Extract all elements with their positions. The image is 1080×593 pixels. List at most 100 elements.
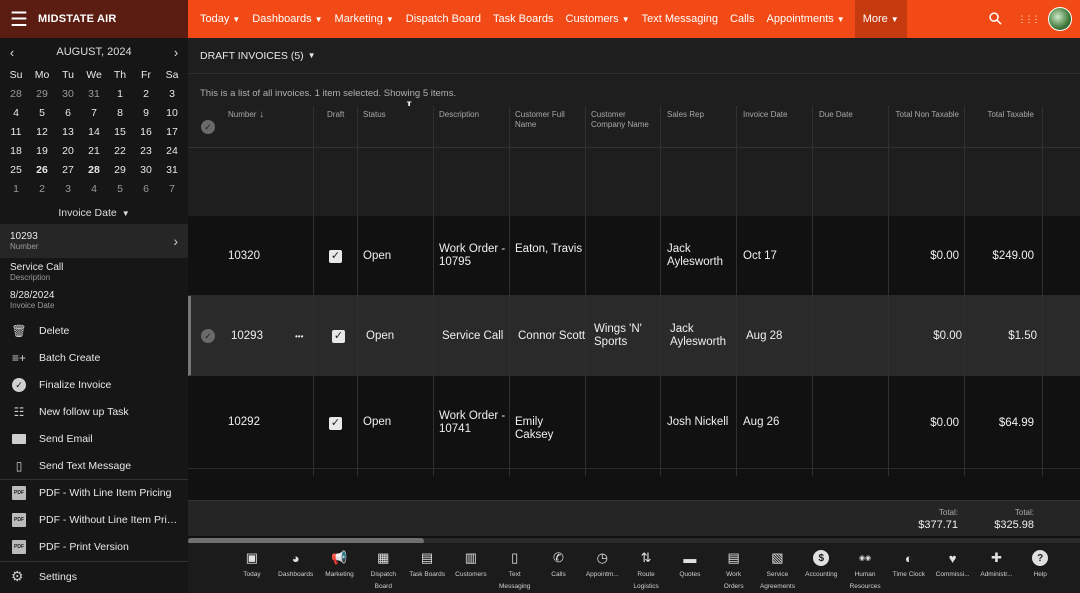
calendar-day[interactable]: 28: [3, 85, 29, 104]
calendar-day[interactable]: 27: [55, 161, 81, 180]
calendar-day[interactable]: 22: [107, 142, 133, 161]
column-header[interactable]: Total Non Taxable: [888, 110, 959, 120]
action-send-text-message[interactable]: ▯ Send Text Message: [0, 452, 188, 479]
calendar-day[interactable]: 9: [133, 104, 159, 123]
bottom-nav-item[interactable]: ✆ Calls: [537, 543, 581, 593]
row-select-checkbox[interactable]: ✓: [201, 329, 215, 343]
nav-more[interactable]: More ▼: [854, 0, 907, 38]
nav-task-boards[interactable]: Task Boards: [487, 0, 560, 38]
calendar-day[interactable]: 12: [29, 123, 55, 142]
column-header[interactable]: Customer Full Name: [515, 110, 585, 130]
calendar-day[interactable]: 6: [55, 104, 81, 123]
calendar-day[interactable]: 1: [107, 85, 133, 104]
column-header[interactable]: Status: [363, 110, 423, 120]
select-all-checkbox[interactable]: ✓: [201, 120, 215, 134]
bottom-nav-item[interactable]: ◐ Time Clock: [887, 543, 931, 593]
bottom-nav-item[interactable]: ◷ Appointm...: [580, 543, 624, 593]
draft-checkbox[interactable]: ✓: [332, 330, 345, 343]
bottom-nav-item[interactable]: ▤ Task Boards: [405, 543, 449, 593]
calendar-day[interactable]: 7: [81, 104, 107, 123]
calendar-day[interactable]: 29: [107, 161, 133, 180]
action-finalize-invoice[interactable]: ✓ Finalize Invoice: [0, 371, 188, 398]
calendar-day[interactable]: 24: [159, 142, 185, 161]
bottom-nav-item[interactable]: ✚ Administr...: [975, 543, 1019, 593]
nav-dispatch-board[interactable]: Dispatch Board: [400, 0, 487, 38]
detail-number-row[interactable]: 10293 Number ›: [0, 224, 188, 258]
calendar-day[interactable]: 30: [133, 161, 159, 180]
calendar-day[interactable]: 19: [29, 142, 55, 161]
column-header[interactable]: Total Taxable: [964, 110, 1034, 120]
table-row[interactable]: 10320 Open Work Order - 10795 Eaton, Travis…: [188, 216, 1080, 296]
user-avatar[interactable]: [1048, 7, 1072, 31]
action-send-email[interactable]: Send Email: [0, 425, 188, 452]
nav-marketing[interactable]: Marketing ▼: [329, 0, 400, 38]
calendar-day[interactable]: 2: [133, 85, 159, 104]
calendar-day[interactable]: 5: [29, 104, 55, 123]
action-delete[interactable]: 🗑 Delete: [0, 317, 188, 344]
sort-field-dropdown[interactable]: Invoice Date ▼: [0, 202, 188, 224]
nav-appointments[interactable]: Appointments ▼: [761, 0, 851, 38]
calendar-day[interactable]: 30: [55, 85, 81, 104]
calendar-day[interactable]: 4: [3, 104, 29, 123]
nav-today[interactable]: Today ▼: [194, 0, 246, 38]
calendar-day[interactable]: 4: [81, 180, 107, 199]
action-pdf-with-line-item-pricing[interactable]: PDF PDF - With Line Item Pricing: [0, 479, 188, 506]
calendar-day[interactable]: 3: [55, 180, 81, 199]
calendar-day[interactable]: 14: [81, 123, 107, 142]
column-header[interactable]: Draft: [327, 110, 367, 120]
bottom-nav-item[interactable]: ▥ Customers: [449, 543, 493, 593]
calendar-day[interactable]: 26: [29, 161, 55, 180]
bottom-nav-item[interactable]: ▧ Service Agreements: [756, 543, 800, 593]
bottom-nav-item[interactable]: ▣ Today: [230, 543, 274, 593]
calendar-day[interactable]: 5: [107, 180, 133, 199]
calendar-day[interactable]: 15: [107, 123, 133, 142]
calendar-day[interactable]: 1: [3, 180, 29, 199]
calendar-day[interactable]: 6: [133, 180, 159, 199]
action-new-follow-up-task[interactable]: ☷ New follow up Task: [0, 398, 188, 425]
calendar-day[interactable]: 17: [159, 123, 185, 142]
settings-item[interactable]: ⚙ Settings: [0, 561, 188, 591]
bottom-nav-item[interactable]: ◉◉ Human Resources: [843, 543, 887, 593]
calendar-day[interactable]: 28: [81, 161, 107, 180]
table-row[interactable]: 10292 Open Work Order - 10741 Emily Caksey J…: [188, 376, 1080, 469]
column-header[interactable]: Invoice Date: [743, 110, 813, 120]
bottom-nav-item[interactable]: $ Accounting: [799, 543, 843, 593]
action-pdf-print-version[interactable]: PDF PDF - Print Version: [0, 533, 188, 560]
draft-checkbox[interactable]: ✓: [329, 250, 342, 263]
bottom-nav-item[interactable]: 📢 Marketing: [318, 543, 362, 593]
table-row[interactable]: ✓ ••• 10293 Open Service Call Connor Scott Win…: [188, 296, 1080, 376]
calendar-day[interactable]: 13: [55, 123, 81, 142]
calendar-day[interactable]: 16: [133, 123, 159, 142]
calendar-day[interactable]: 18: [3, 142, 29, 161]
action-batch-create[interactable]: ≡+ Batch Create: [0, 344, 188, 371]
column-header[interactable]: Description: [439, 110, 509, 120]
calendar-day[interactable]: 21: [81, 142, 107, 161]
column-header[interactable]: Sales Rep: [667, 110, 737, 120]
calendar-day[interactable]: 10: [159, 104, 185, 123]
calendar-day[interactable]: 7: [159, 180, 185, 199]
calendar-day[interactable]: 31: [159, 161, 185, 180]
bottom-nav-item[interactable]: ▤ Work Orders: [712, 543, 756, 593]
chevron-right-icon[interactable]: ›: [170, 45, 182, 60]
calendar-day[interactable]: 20: [55, 142, 81, 161]
nav-calls[interactable]: Calls: [724, 0, 760, 38]
calendar-day[interactable]: 11: [3, 123, 29, 142]
bottom-nav-item[interactable]: ⇅ Route Logistics: [624, 543, 668, 593]
draft-checkbox[interactable]: ✓: [329, 416, 342, 430]
hamburger-menu-icon[interactable]: ☰: [0, 0, 38, 38]
nav-text-messaging[interactable]: Text Messaging: [636, 0, 724, 38]
bottom-nav-item[interactable]: ▬ Quotes: [668, 543, 712, 593]
calendar-day[interactable]: 2: [29, 180, 55, 199]
column-header[interactable]: Customer Company Name: [591, 110, 661, 130]
bottom-nav-item[interactable]: ◕ Dashboards: [274, 543, 318, 593]
view-selector[interactable]: DRAFT INVOICES (5) ▼: [188, 38, 1080, 74]
calendar-day[interactable]: 31: [81, 85, 107, 104]
column-header[interactable]: Due Date: [819, 110, 889, 120]
more-options-icon[interactable]: •••: [295, 330, 303, 343]
bottom-nav-item[interactable]: ▯ Text Messaging: [493, 543, 537, 593]
calendar-day[interactable]: 3: [159, 85, 185, 104]
chevron-left-icon[interactable]: ‹: [6, 45, 18, 60]
calendar-day[interactable]: 25: [3, 161, 29, 180]
calendar-day[interactable]: 29: [29, 85, 55, 104]
bottom-nav-item[interactable]: ? Help: [1018, 543, 1062, 593]
